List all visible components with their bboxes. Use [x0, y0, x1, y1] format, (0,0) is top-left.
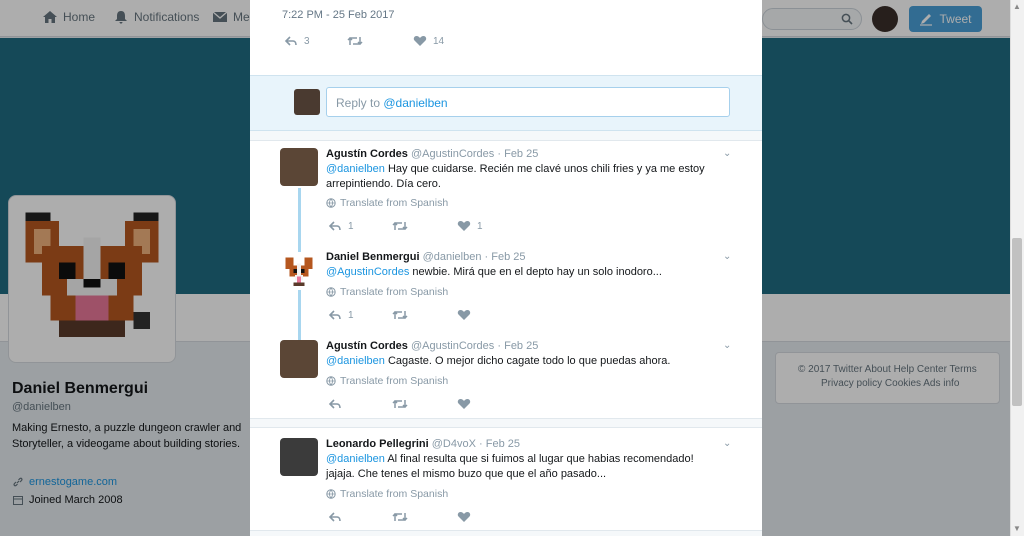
reply-mention[interactable]: @danielben — [326, 355, 385, 367]
translate-link[interactable]: Translate from Spanish — [326, 375, 448, 387]
reply-author-handle[interactable]: @D4voX — [432, 438, 476, 450]
reply-avatar[interactable] — [280, 148, 318, 186]
reply-icon — [328, 399, 341, 409]
section-divider — [250, 530, 762, 536]
like-action[interactable] — [457, 398, 471, 410]
translate-label: Translate from Spanish — [340, 488, 449, 500]
scroll-up-arrow[interactable]: ▲ — [1013, 2, 1021, 11]
chevron-down-icon[interactable]: ⌄ — [723, 340, 731, 351]
like-action[interactable] — [457, 309, 471, 321]
reply-body: Cagaste. O mejor dicho cagate todo lo qu… — [384, 355, 671, 367]
reply-author-handle[interactable]: @danielben — [423, 251, 482, 263]
reply-text: @danielben Cagaste. O mejor dicho cagate… — [326, 354, 726, 369]
reply-icon — [328, 221, 341, 231]
translate-label: Translate from Spanish — [340, 286, 449, 298]
reply-avatar[interactable] — [280, 252, 318, 290]
main-retweet-action[interactable] — [346, 35, 364, 47]
corgi-avatar-icon — [285, 257, 313, 287]
tweet-timestamp: 7:22 PM - 25 Feb 2017 — [282, 9, 395, 21]
reply-composer-avatar — [294, 89, 320, 115]
heart-icon — [457, 399, 471, 409]
chevron-down-icon[interactable]: ⌄ — [723, 148, 731, 159]
section-divider — [250, 131, 762, 141]
retweet-icon — [392, 310, 408, 320]
retweet-action[interactable] — [391, 398, 409, 410]
globe-icon — [326, 287, 336, 297]
main-reply-count: 3 — [304, 35, 310, 47]
reply-body: newbie. Mirá que en el depto hay un solo… — [409, 266, 662, 278]
globe-icon — [326, 376, 336, 386]
chevron-down-icon[interactable]: ⌄ — [723, 438, 731, 449]
globe-icon — [326, 489, 336, 499]
reply-text: @danielben Hay que cuidarse. Recién me c… — [326, 162, 726, 192]
section-divider — [250, 418, 762, 428]
reply-action[interactable]: 1 — [328, 220, 354, 232]
main-like-count: 14 — [433, 35, 445, 47]
reply-input[interactable]: Reply to @danielben — [326, 87, 730, 117]
main-like-action[interactable]: 14 — [413, 35, 444, 47]
reply-header: Agustín Cordes @AgustinCordes · Feb 25 — [326, 340, 539, 352]
translate-label: Translate from Spanish — [340, 375, 449, 387]
like-count: 1 — [477, 220, 483, 232]
heart-icon — [457, 512, 471, 522]
reply-avatar[interactable] — [280, 438, 318, 476]
chevron-down-icon[interactable]: ⌄ — [723, 251, 731, 262]
reply-text: @danielben Al final resulta que si fuimo… — [326, 452, 724, 482]
reply-date[interactable]: Feb 25 — [486, 438, 520, 450]
main-reply-action[interactable]: 3 — [284, 35, 310, 47]
reply-placeholder-mention: @danielben — [383, 96, 448, 110]
globe-icon — [326, 198, 336, 208]
reply-author-handle[interactable]: @AgustinCordes — [411, 148, 494, 160]
scrollbar-thumb[interactable] — [1012, 238, 1022, 406]
scroll-down-arrow[interactable]: ▼ — [1013, 524, 1021, 533]
reply-icon — [328, 310, 341, 320]
reply-action[interactable] — [328, 511, 342, 523]
reply-date[interactable]: Feb 25 — [504, 340, 538, 352]
like-action[interactable] — [457, 511, 471, 523]
reply-avatar[interactable] — [280, 340, 318, 378]
reply-author-name[interactable]: Daniel Benmergui — [326, 251, 420, 263]
like-action[interactable]: 1 — [457, 220, 483, 232]
reply-author-name[interactable]: Agustín Cordes — [326, 340, 408, 352]
retweet-icon — [392, 399, 408, 409]
reply-header: Daniel Benmergui @danielben · Feb 25 — [326, 251, 526, 263]
reply-header: Agustín Cordes @AgustinCordes · Feb 25 — [326, 148, 539, 160]
heart-icon — [413, 36, 427, 46]
translate-label: Translate from Spanish — [340, 197, 449, 209]
reply-icon — [328, 512, 341, 522]
reply-mention[interactable]: @danielben — [326, 453, 385, 465]
retweet-icon — [347, 36, 363, 46]
reply-date[interactable]: Feb 25 — [504, 148, 538, 160]
retweet-action[interactable] — [391, 511, 409, 523]
reply-author-name[interactable]: Agustín Cordes — [326, 148, 408, 160]
translate-link[interactable]: Translate from Spanish — [326, 197, 448, 209]
reply-header: Leonardo Pellegrini @D4voX · Feb 25 — [326, 438, 520, 450]
thread-line — [298, 188, 301, 252]
reply-icon — [284, 36, 297, 46]
reply-mention[interactable]: @AgustinCordes — [326, 266, 409, 278]
translate-link[interactable]: Translate from Spanish — [326, 488, 448, 500]
reply-count: 1 — [348, 309, 354, 321]
reply-date[interactable]: Feb 25 — [491, 251, 525, 263]
retweet-icon — [392, 512, 408, 522]
reply-author-handle[interactable]: @AgustinCordes — [411, 340, 494, 352]
thread-line — [298, 290, 301, 340]
reply-placeholder-prefix: Reply to — [336, 96, 384, 110]
heart-icon — [457, 221, 471, 231]
reply-action[interactable]: 1 — [328, 309, 354, 321]
heart-icon — [457, 310, 471, 320]
reply-mention[interactable]: @danielben — [326, 163, 385, 175]
translate-link[interactable]: Translate from Spanish — [326, 286, 448, 298]
reply-text: @AgustinCordes newbie. Mirá que en el de… — [326, 265, 726, 280]
retweet-icon — [392, 221, 408, 231]
reply-author-name[interactable]: Leonardo Pellegrini — [326, 438, 429, 450]
reply-action[interactable] — [328, 398, 342, 410]
retweet-action[interactable] — [391, 220, 409, 232]
retweet-action[interactable] — [391, 309, 409, 321]
reply-count: 1 — [348, 220, 354, 232]
